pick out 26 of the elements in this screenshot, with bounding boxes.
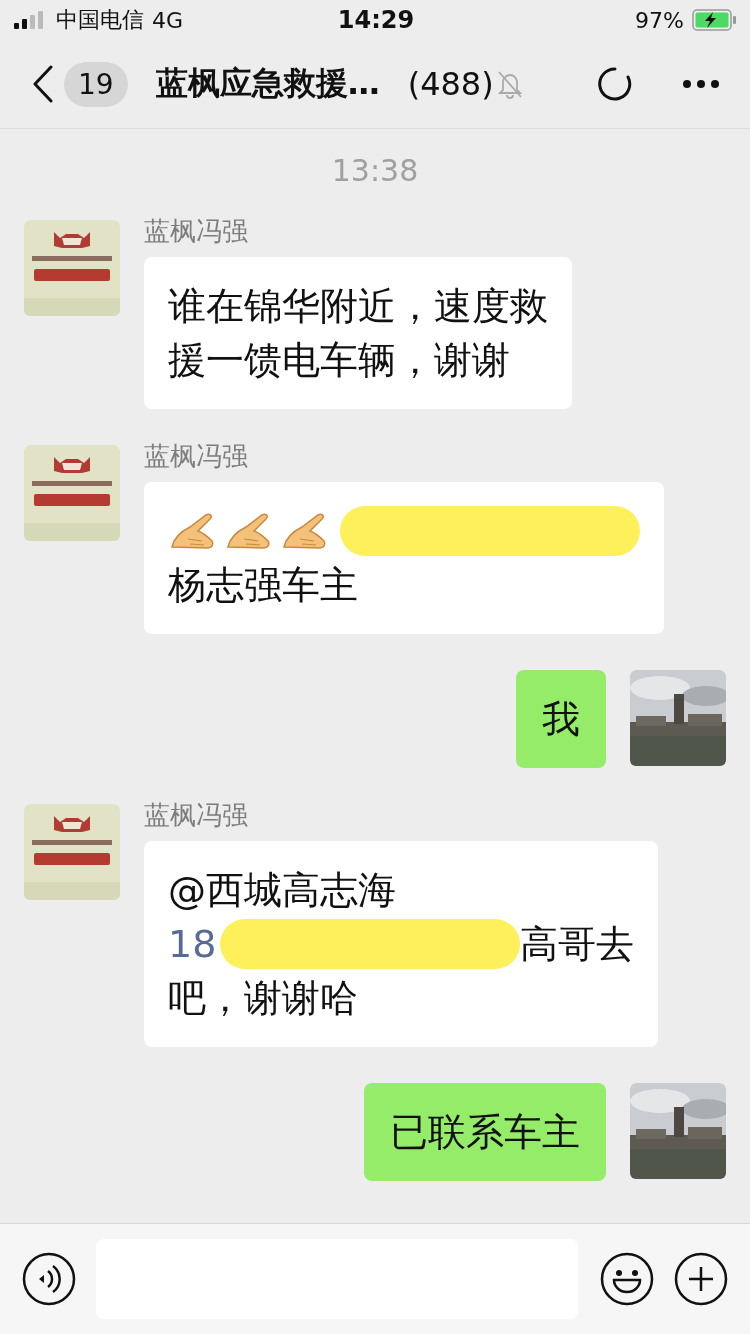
- back-icon[interactable]: [32, 65, 54, 103]
- message-text: 吧，谢谢哈: [168, 974, 358, 1022]
- message-text: @西城高志海: [168, 866, 396, 914]
- loading-icon: [598, 67, 632, 101]
- emoji-icon[interactable]: [600, 1252, 654, 1306]
- sender-name: 蓝枫冯强: [144, 440, 249, 473]
- chat-title: 蓝枫应急救援…: [155, 63, 380, 104]
- add-icon[interactable]: [674, 1252, 728, 1306]
- message-text: 谁在锦华附近，速度救: [168, 282, 548, 330]
- carrier-name: 中国电信: [56, 6, 144, 34]
- sender-name: 蓝枫冯强: [144, 215, 249, 248]
- member-count: (488): [407, 65, 494, 103]
- unread-count[interactable]: 19: [64, 61, 128, 107]
- message-text: 已联系车主: [390, 1108, 580, 1156]
- message-time: 13:38: [331, 153, 419, 188]
- message-text: 高哥去: [520, 920, 635, 968]
- sender-name: 蓝枫冯强: [144, 799, 249, 832]
- message-text: 我: [542, 695, 580, 743]
- message-text: 杨志强车主: [168, 561, 358, 609]
- voice-icon[interactable]: [22, 1252, 76, 1306]
- clock-time: 14:29: [337, 6, 415, 34]
- network-type: 4G: [152, 7, 184, 33]
- battery-percent: 97%: [635, 7, 684, 33]
- phone-link[interactable]: 18: [168, 922, 217, 966]
- more-icon[interactable]: [682, 79, 720, 89]
- message-text: 援一馈电车辆，谢谢: [168, 336, 510, 384]
